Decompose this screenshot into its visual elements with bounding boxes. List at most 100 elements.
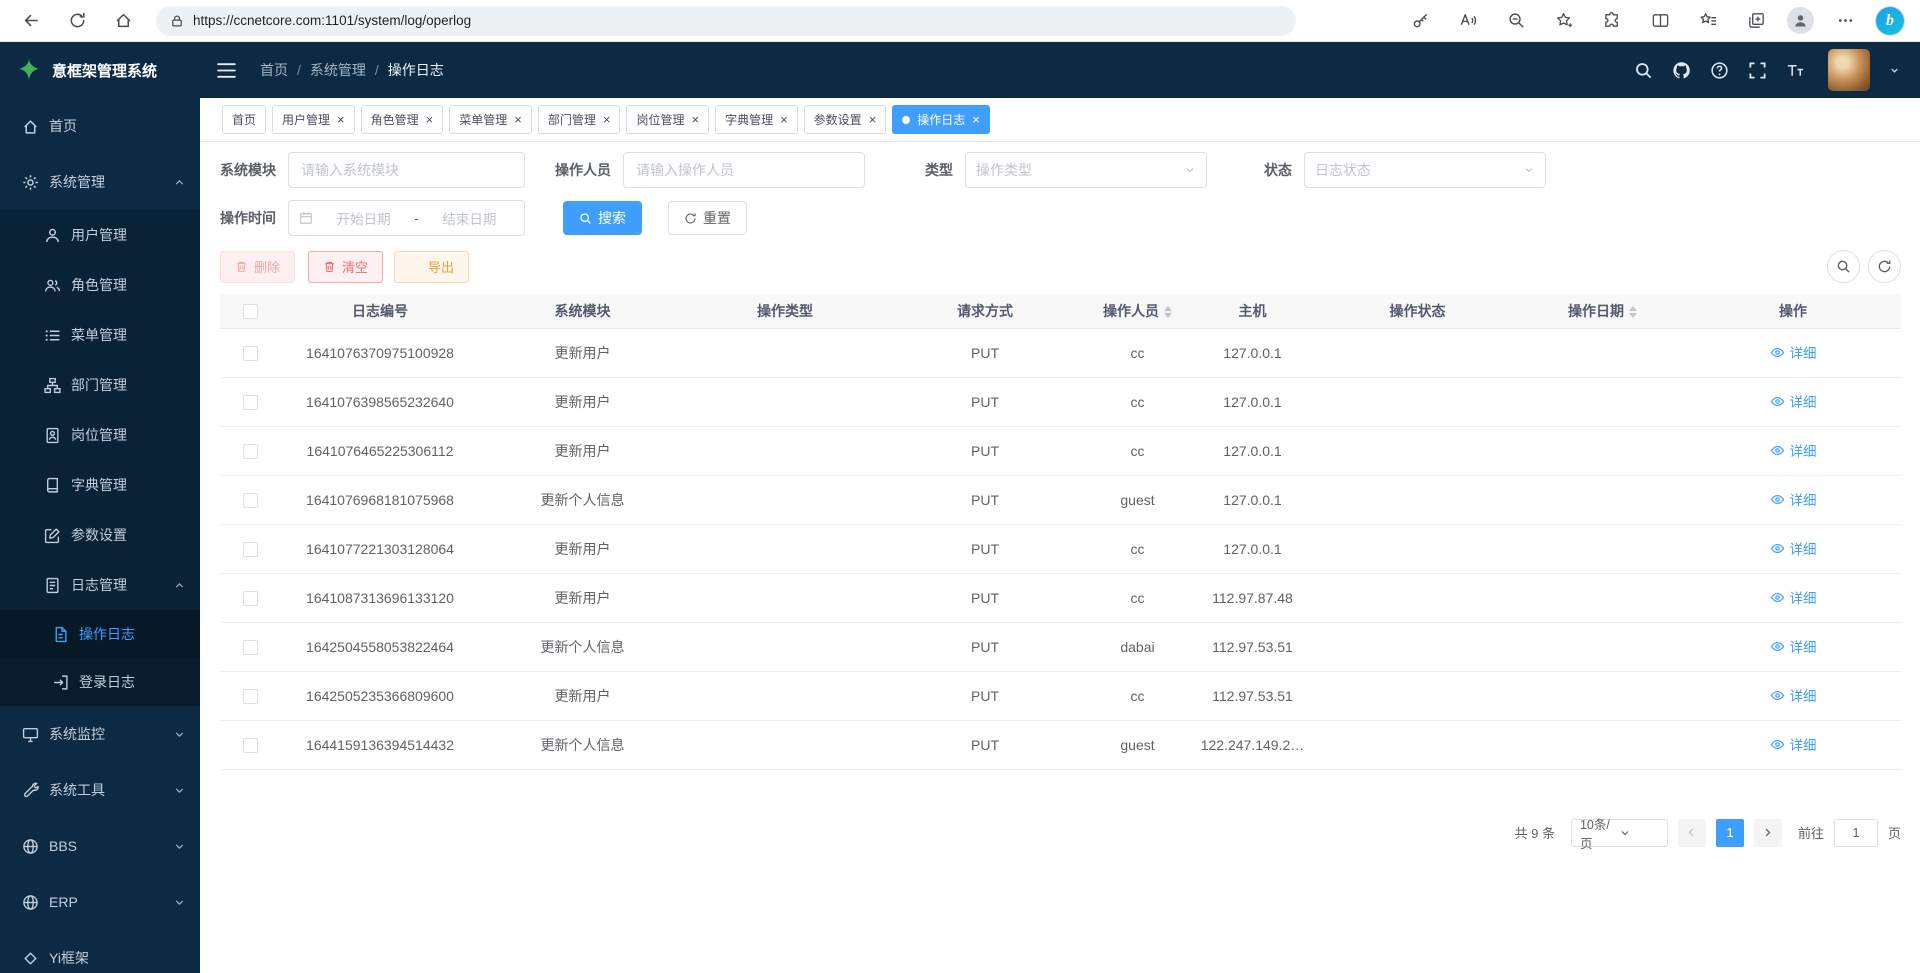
row-checkbox[interactable] — [243, 493, 258, 508]
github-icon[interactable] — [1672, 61, 1691, 80]
sidebar-item-monitor[interactable]: 系统监控 — [0, 706, 200, 762]
clear-button[interactable]: 清空 — [308, 251, 383, 283]
font-size-icon[interactable] — [1786, 61, 1805, 80]
chevron-down-icon[interactable] — [1889, 65, 1900, 76]
sidebar-item-logs[interactable]: 日志管理 — [0, 560, 200, 610]
sidebar-item-menus[interactable]: 菜单管理 — [0, 310, 200, 360]
page-size-select[interactable]: 10条/页 — [1571, 819, 1668, 847]
close-icon[interactable]: × — [603, 113, 611, 126]
more-menu-icon[interactable] — [1828, 4, 1862, 38]
tab-2[interactable]: 角色管理× — [361, 105, 444, 134]
tab-0[interactable]: 首页 — [222, 105, 266, 134]
detail-link[interactable]: 详细 — [1770, 538, 1817, 558]
home-button[interactable] — [106, 4, 140, 38]
sidebar-item-bbs[interactable]: BBS — [0, 818, 200, 874]
toggle-search-icon[interactable] — [1827, 250, 1860, 283]
sidebar-item-roles[interactable]: 角色管理 — [0, 260, 200, 310]
breadcrumb-item-system[interactable]: 系统管理 — [310, 60, 366, 80]
sidebar-item-posts[interactable]: 岗位管理 — [0, 410, 200, 460]
tab-4[interactable]: 部门管理× — [538, 105, 621, 134]
next-page-button[interactable] — [1754, 819, 1782, 847]
sidebar-toggle-icon[interactable] — [214, 58, 238, 82]
tab-3[interactable]: 菜单管理× — [449, 105, 532, 134]
tab-5[interactable]: 岗位管理× — [626, 105, 709, 134]
add-favorite-icon[interactable] — [1547, 4, 1581, 38]
delete-button[interactable]: 删除 — [220, 251, 295, 283]
sidebar-item-tools[interactable]: 系统工具 — [0, 762, 200, 818]
export-button[interactable]: 导出 — [394, 251, 469, 283]
back-button[interactable] — [14, 4, 48, 38]
search-icon[interactable] — [1634, 61, 1653, 80]
split-screen-icon[interactable] — [1643, 4, 1677, 38]
row-checkbox[interactable] — [243, 689, 258, 704]
select-all-checkbox[interactable] — [243, 304, 258, 319]
close-icon[interactable]: × — [337, 113, 345, 126]
column-header[interactable]: 操作日期 — [1520, 294, 1685, 328]
close-icon[interactable]: × — [869, 113, 877, 126]
search-button[interactable]: 搜索 — [563, 201, 642, 235]
row-checkbox[interactable] — [243, 591, 258, 606]
copilot-icon[interactable]: b — [1876, 7, 1904, 35]
read-aloud-icon[interactable] — [1451, 4, 1485, 38]
row-checkbox[interactable] — [243, 738, 258, 753]
sort-icon[interactable] — [1629, 306, 1637, 318]
refresh-table-icon[interactable] — [1868, 250, 1901, 283]
detail-link[interactable]: 详细 — [1770, 391, 1817, 411]
sidebar-item-yiframe[interactable]: Yi框架 — [0, 930, 200, 973]
detail-link[interactable]: 详细 — [1770, 685, 1817, 705]
prev-page-button[interactable] — [1678, 819, 1706, 847]
detail-link[interactable]: 详细 — [1770, 587, 1817, 607]
extensions-icon[interactable] — [1595, 4, 1629, 38]
tab-8-active[interactable]: 操作日志× — [892, 105, 990, 134]
close-icon[interactable]: × — [972, 113, 980, 126]
sidebar-item-home[interactable]: 首页 — [0, 98, 200, 154]
date-range-picker[interactable]: 开始日期 - 结束日期 — [288, 200, 525, 236]
row-checkbox[interactable] — [243, 542, 258, 557]
reset-button[interactable]: 重置 — [668, 201, 747, 235]
sidebar-item-params[interactable]: 参数设置 — [0, 510, 200, 560]
sort-icon[interactable] — [1164, 306, 1172, 318]
lock-icon[interactable] — [170, 14, 184, 28]
row-checkbox[interactable] — [243, 640, 258, 655]
user-avatar[interactable] — [1828, 49, 1870, 91]
sidebar-item-system[interactable]: 系统管理 — [0, 154, 200, 210]
current-page[interactable]: 1 — [1716, 819, 1744, 847]
module-input[interactable] — [288, 152, 525, 188]
password-key-icon[interactable] — [1403, 4, 1437, 38]
sidebar-item-users[interactable]: 用户管理 — [0, 210, 200, 260]
tab-7[interactable]: 参数设置× — [804, 105, 887, 134]
zoom-out-icon[interactable] — [1499, 4, 1533, 38]
close-icon[interactable]: × — [514, 113, 522, 126]
tab-6[interactable]: 字典管理× — [715, 105, 798, 134]
detail-link[interactable]: 详细 — [1770, 489, 1817, 509]
tab-1[interactable]: 用户管理× — [272, 105, 355, 134]
detail-link[interactable]: 详细 — [1770, 734, 1817, 754]
collections-icon[interactable] — [1739, 4, 1773, 38]
sidebar-item-loginlog[interactable]: 登录日志 — [0, 658, 200, 706]
sidebar-item-operlog[interactable]: 操作日志 — [0, 610, 200, 658]
favorites-icon[interactable] — [1691, 4, 1725, 38]
column-header[interactable]: 操作人员 — [1085, 294, 1190, 328]
fullscreen-icon[interactable] — [1748, 61, 1767, 80]
sidebar-item-depts[interactable]: 部门管理 — [0, 360, 200, 410]
detail-link[interactable]: 详细 — [1770, 440, 1817, 460]
detail-link[interactable]: 详细 — [1770, 636, 1817, 656]
operator-input[interactable] — [623, 152, 865, 188]
row-checkbox[interactable] — [243, 346, 258, 361]
breadcrumb-item-home[interactable]: 首页 — [260, 60, 288, 80]
sidebar-item-erp[interactable]: ERP — [0, 874, 200, 930]
close-icon[interactable]: × — [780, 113, 788, 126]
close-icon[interactable]: × — [691, 113, 699, 126]
status-select[interactable]: 日志状态 — [1304, 152, 1546, 188]
sidebar-item-dicts[interactable]: 字典管理 — [0, 460, 200, 510]
type-select[interactable]: 操作类型 — [965, 152, 1207, 188]
help-icon[interactable] — [1710, 61, 1729, 80]
refresh-button[interactable] — [60, 4, 94, 38]
row-checkbox[interactable] — [243, 395, 258, 410]
row-checkbox[interactable] — [243, 444, 258, 459]
address-bar[interactable]: https://ccnetcore.com:1101/system/log/op… — [156, 6, 1296, 36]
close-icon[interactable]: × — [426, 113, 434, 126]
detail-link[interactable]: 详细 — [1770, 342, 1817, 362]
goto-page-input[interactable] — [1834, 819, 1878, 847]
profile-avatar[interactable] — [1787, 7, 1814, 34]
